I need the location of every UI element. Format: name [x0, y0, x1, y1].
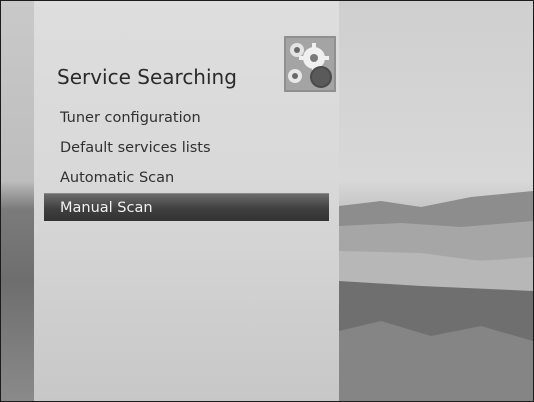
menu-item-label: Default services lists [60, 140, 211, 156]
service-searching-menu: Service Searching Tuner configuration De… [34, 1, 339, 401]
menu-item-label: Manual Scan [60, 200, 153, 216]
tv-screen: Service Searching Tuner configuration De… [0, 0, 534, 402]
menu-item-tuner-configuration[interactable]: Tuner configuration [44, 104, 329, 132]
background-left-strip [1, 1, 34, 401]
menu-item-automatic-scan[interactable]: Automatic Scan [44, 164, 329, 192]
menu-title: Service Searching [57, 65, 237, 89]
menu-item-default-services-lists[interactable]: Default services lists [44, 134, 329, 162]
menu-item-label: Tuner configuration [60, 110, 201, 126]
menu-item-manual-scan[interactable]: Manual Scan [44, 193, 329, 221]
menu-item-label: Automatic Scan [60, 170, 175, 186]
settings-gears-icon [284, 36, 336, 92]
